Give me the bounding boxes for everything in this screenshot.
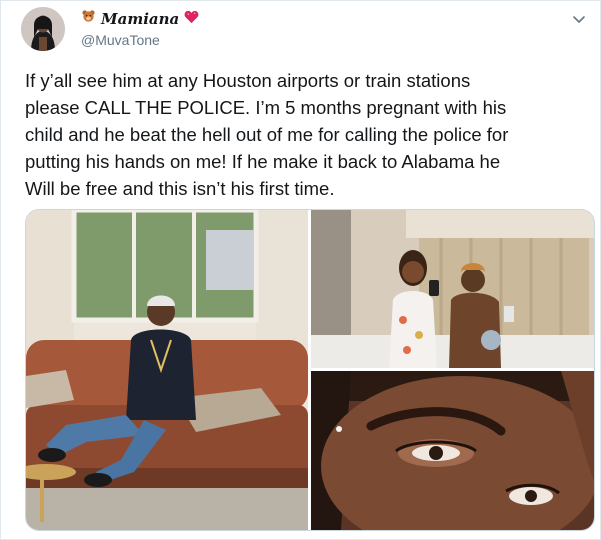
- chevron-down-icon[interactable]: [571, 11, 587, 27]
- photo-man-on-couch[interactable]: [26, 210, 308, 530]
- sparkling-heart-icon: [184, 10, 199, 28]
- author-handle[interactable]: @MuvaTone: [81, 32, 199, 48]
- display-name: Mamiana: [101, 9, 180, 28]
- tweet-header: Mamiana @MuvaTone: [19, 7, 589, 53]
- avatar[interactable]: [21, 7, 65, 51]
- author-names: Mamiana @MuvaTone: [81, 9, 199, 48]
- photo-bruised-eye[interactable]: [311, 371, 594, 530]
- tweet-text: If y’all see him at any Houston airports…: [25, 70, 509, 199]
- tweet-card: Mamiana @MuvaTone If y’all see him at an…: [0, 0, 601, 540]
- media-grid: [25, 209, 595, 531]
- photo-couple-selfie[interactable]: [311, 210, 594, 368]
- teddy-bear-icon: [81, 9, 96, 28]
- display-name-row[interactable]: Mamiana: [81, 9, 199, 28]
- avatar-photo: [21, 7, 65, 51]
